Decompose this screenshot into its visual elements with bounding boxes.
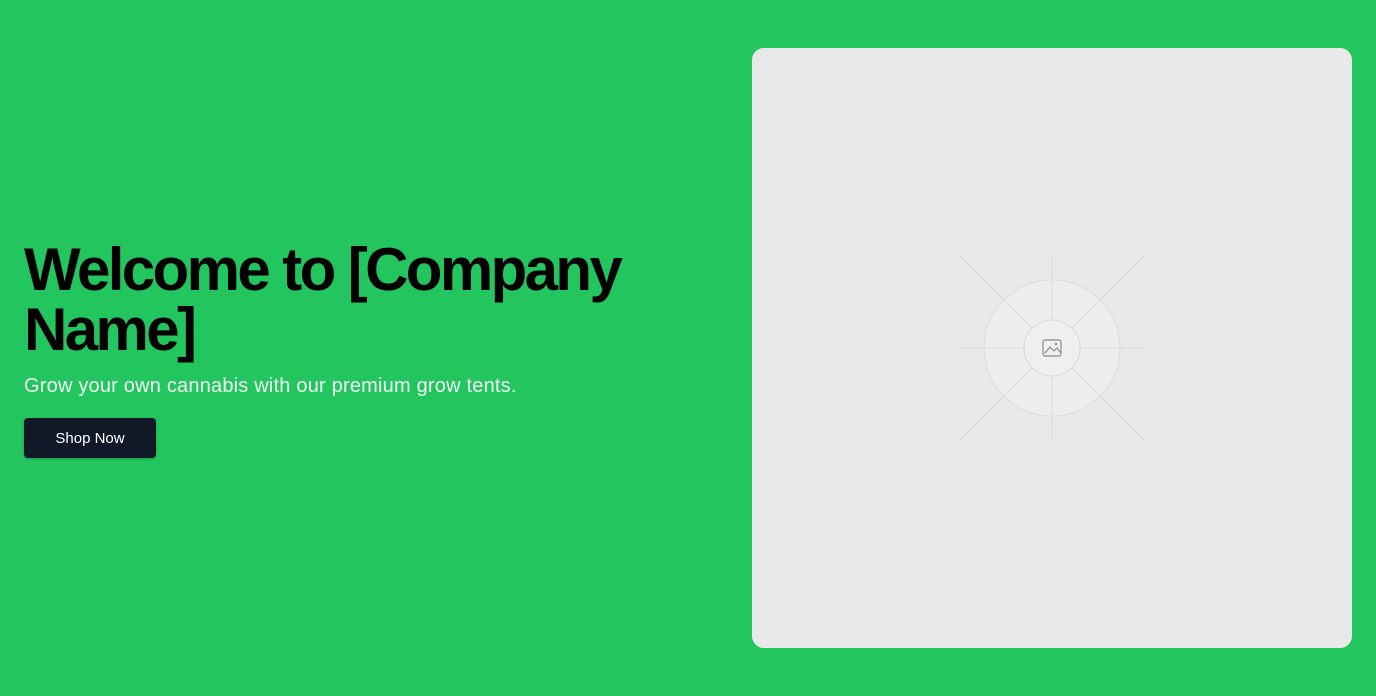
hero-image-placeholder xyxy=(752,48,1352,648)
hero-subtitle: Grow your own cannabis with our premium … xyxy=(24,375,517,397)
hero-title: Welcome to [Company Name] xyxy=(24,236,623,363)
shop-now-button[interactable]: Shop Now xyxy=(24,418,156,458)
image-placeholder-graphic xyxy=(959,255,1145,441)
hero-text-block: Welcome to [Company Name] Grow your own … xyxy=(24,240,704,458)
